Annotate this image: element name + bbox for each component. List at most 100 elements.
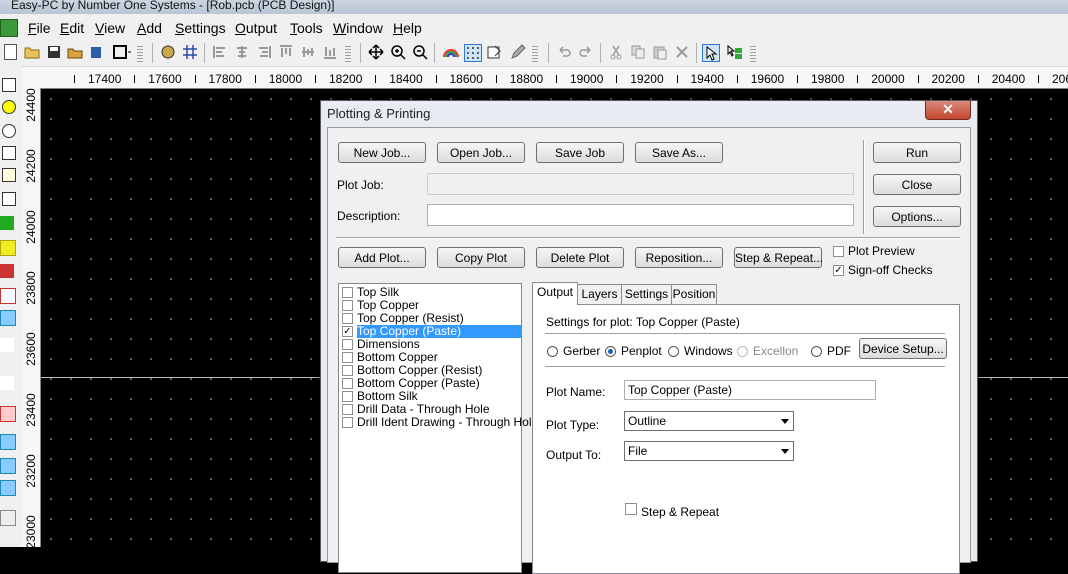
menu-settings[interactable]: Settings	[175, 20, 226, 36]
add-shape-icon[interactable]	[0, 264, 14, 278]
app-icon[interactable]	[0, 19, 18, 37]
plot-item-checkbox[interactable]	[342, 378, 353, 389]
new-job-button[interactable]: New Job...	[338, 142, 426, 163]
menu-file[interactable]: File	[28, 20, 51, 36]
tab-output[interactable]: Output	[532, 282, 578, 305]
add-symbol-icon[interactable]	[0, 458, 16, 474]
save-as-button[interactable]: Save As...	[635, 142, 723, 163]
open-job-button[interactable]: Open Job...	[437, 142, 525, 163]
cut-icon[interactable]	[608, 44, 624, 60]
output-to-select[interactable]: File	[624, 441, 794, 461]
properties-icon[interactable]	[486, 44, 502, 60]
delete-icon[interactable]	[674, 44, 690, 60]
add-pattern-icon[interactable]	[0, 434, 16, 450]
select-pointer-icon[interactable]	[702, 44, 720, 62]
zoom-out-icon[interactable]	[412, 44, 428, 60]
align-center-icon[interactable]	[234, 44, 250, 60]
add-track-icon[interactable]	[2, 78, 16, 92]
page-frame-icon[interactable]	[112, 44, 131, 60]
plot-preview-checkbox[interactable]	[833, 246, 844, 257]
menu-view[interactable]: View	[95, 20, 125, 36]
component-icon[interactable]	[160, 44, 176, 60]
add-line-icon[interactable]	[2, 146, 16, 160]
save-icon[interactable]	[46, 44, 62, 60]
folder-icon[interactable]	[67, 44, 83, 60]
pen-icon[interactable]	[510, 44, 526, 60]
add-copper-icon[interactable]	[0, 406, 16, 422]
format-radio-windows[interactable]	[668, 346, 679, 357]
plot-type-select[interactable]: Outline	[624, 411, 794, 431]
plot-item-checkbox[interactable]: ✓	[342, 326, 353, 337]
align-right-icon[interactable]	[256, 44, 272, 60]
add-dimension-icon[interactable]	[0, 310, 16, 326]
plot-list-item[interactable]: Drill Ident Drawing - Through Hole	[339, 416, 538, 429]
tab-layers[interactable]: Layers	[577, 284, 622, 304]
add-marker-icon[interactable]	[0, 376, 14, 390]
description-field[interactable]	[427, 204, 854, 226]
plot-item-checkbox[interactable]	[342, 417, 353, 428]
dialog-close-button[interactable]: ✕	[925, 101, 971, 120]
align-middle-icon[interactable]	[300, 44, 316, 60]
tab-position[interactable]: Position	[671, 284, 717, 304]
run-button[interactable]: Run	[873, 142, 961, 163]
menu-tools[interactable]: Tools	[290, 20, 323, 36]
add-text-icon[interactable]	[2, 192, 16, 206]
toolbar-grip[interactable]	[750, 46, 756, 62]
add-pad-icon[interactable]	[2, 100, 16, 114]
plot-item-checkbox[interactable]	[342, 287, 353, 298]
redo-icon[interactable]	[578, 44, 594, 60]
paste-icon[interactable]	[652, 44, 668, 60]
align-bottom-icon[interactable]	[322, 44, 338, 60]
toolbar-grip[interactable]	[345, 46, 351, 62]
signoff-checks-checkbox[interactable]: ✓	[833, 265, 844, 276]
plot-item-checkbox[interactable]	[342, 339, 353, 350]
menu-help[interactable]: Help	[393, 20, 422, 36]
plot-list[interactable]: Top Silk Top Copper Top Copper (Resist) ✓ To…	[338, 283, 538, 573]
add-arc-icon[interactable]	[2, 168, 16, 182]
add-net-icon[interactable]	[0, 338, 14, 352]
menu-output[interactable]: Output	[235, 20, 277, 36]
add-block-icon[interactable]	[0, 480, 16, 496]
new-file-icon[interactable]	[4, 44, 17, 60]
save-job-button[interactable]: Save Job	[536, 142, 624, 163]
reposition-button[interactable]: Reposition...	[635, 247, 723, 268]
menu-add[interactable]: Add	[137, 20, 162, 36]
move-icon[interactable]	[368, 44, 384, 60]
menu-edit[interactable]: Edit	[60, 20, 84, 36]
toolbar-grip[interactable]	[532, 46, 538, 62]
format-radio-pdf[interactable]	[811, 346, 822, 357]
select-group-icon[interactable]	[726, 44, 742, 60]
copy-icon[interactable]	[630, 44, 646, 60]
open-folder-icon[interactable]	[24, 44, 40, 60]
zoom-in-icon[interactable]	[390, 44, 406, 60]
step-repeat-checkbox[interactable]	[625, 503, 637, 515]
menu-window[interactable]: Window	[333, 20, 383, 36]
undo-icon[interactable]	[556, 44, 572, 60]
toolbar-grip[interactable]	[137, 46, 143, 62]
library-icon[interactable]	[88, 44, 104, 60]
plot-name-field[interactable]: Top Copper (Paste)	[624, 380, 876, 400]
add-board-icon[interactable]	[0, 288, 16, 304]
plot-item-checkbox[interactable]	[342, 404, 353, 415]
step-repeat-button[interactable]: Step & Repeat...	[734, 247, 823, 268]
add-via-icon[interactable]	[2, 124, 16, 138]
plot-job-field[interactable]	[427, 173, 854, 195]
grid-icon[interactable]	[182, 44, 198, 60]
dot-grid-icon[interactable]	[464, 44, 482, 62]
add-component-icon[interactable]	[0, 240, 16, 256]
format-radio-gerber[interactable]	[547, 346, 558, 357]
delete-plot-button[interactable]: Delete Plot	[536, 247, 624, 268]
add-area-icon[interactable]	[0, 216, 14, 230]
align-top-icon[interactable]	[278, 44, 294, 60]
add-keepout-icon[interactable]	[0, 510, 16, 526]
colours-icon[interactable]	[442, 44, 459, 60]
options-button[interactable]: Options...	[873, 206, 961, 227]
plot-item-checkbox[interactable]	[342, 313, 353, 324]
copy-plot-button[interactable]: Copy Plot	[437, 247, 525, 268]
plot-item-checkbox[interactable]	[342, 365, 353, 376]
format-radio-penplot[interactable]	[605, 346, 616, 357]
align-left-icon[interactable]	[212, 44, 228, 60]
tab-settings[interactable]: Settings	[621, 284, 672, 304]
plot-item-checkbox[interactable]	[342, 352, 353, 363]
device-setup-button[interactable]: Device Setup...	[859, 338, 947, 359]
